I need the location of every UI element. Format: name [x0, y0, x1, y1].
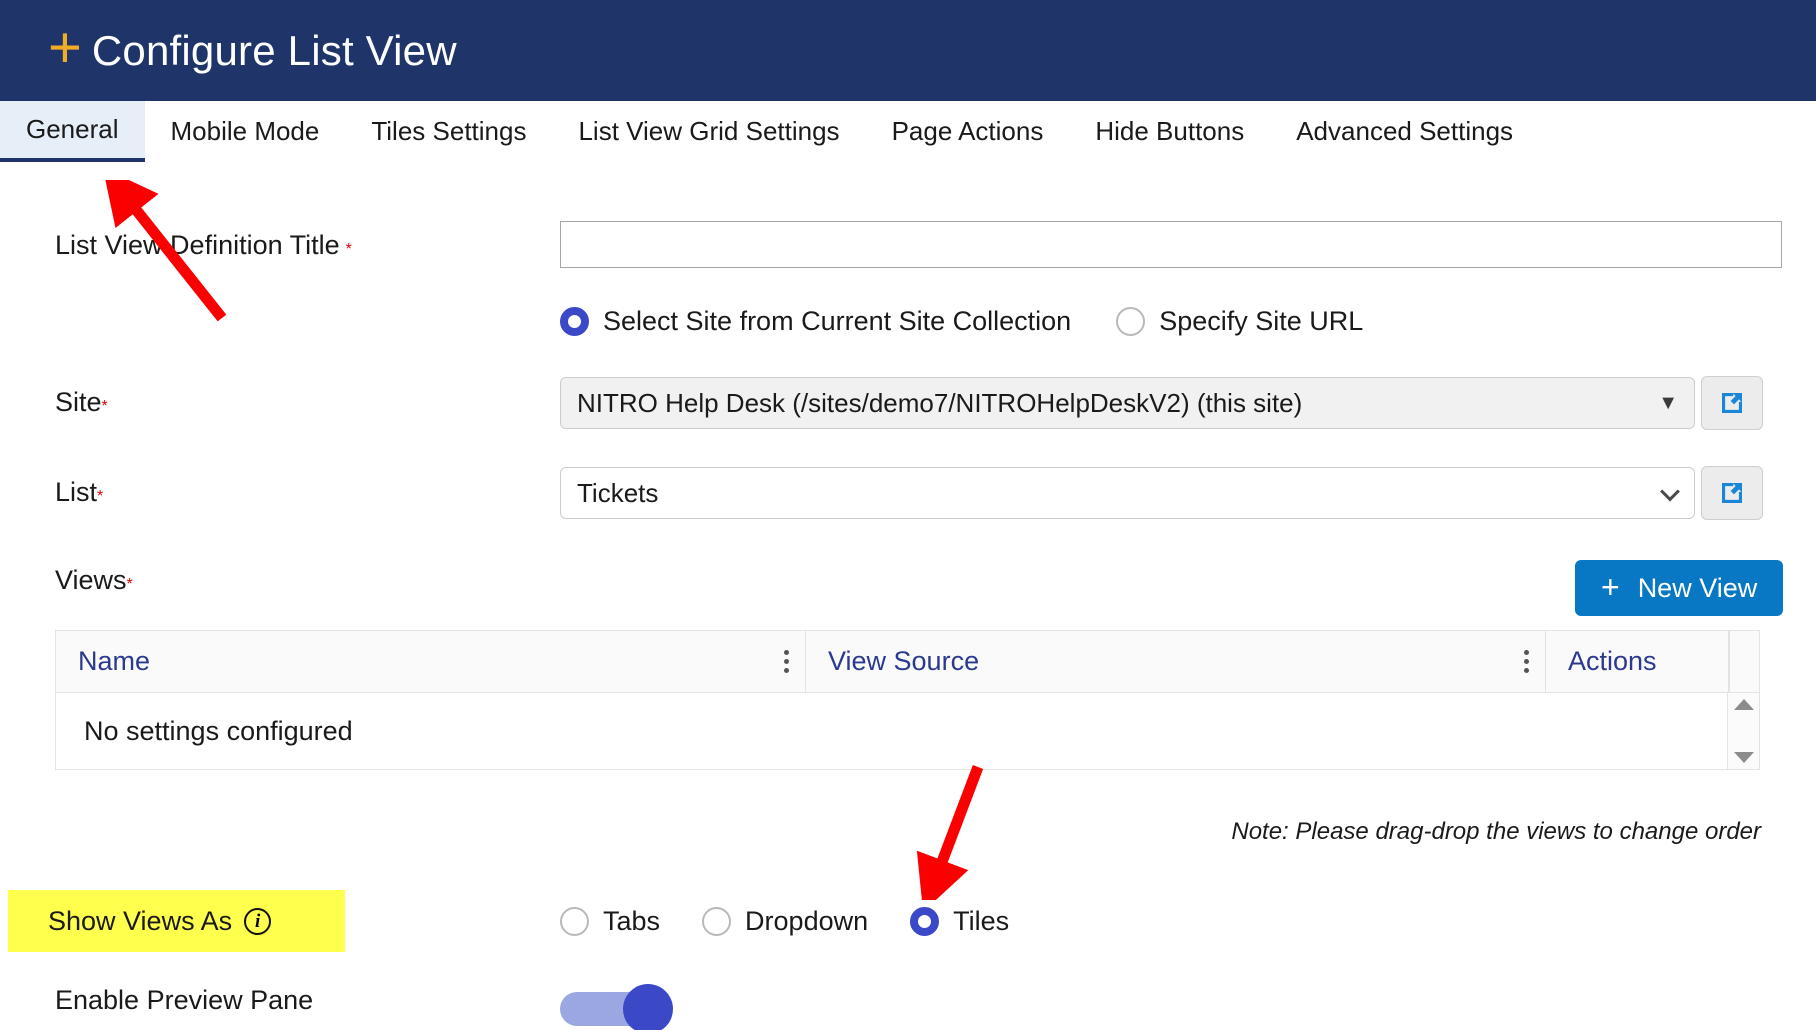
views-grid-scrollbar[interactable] [1727, 693, 1759, 769]
views-label-group: Views* [55, 565, 133, 596]
enable-preview-pane-label-group: Enable Preview Pane [55, 985, 313, 1016]
views-required-marker: * [126, 576, 133, 593]
tab-mobile-mode[interactable]: Mobile Mode [145, 101, 346, 162]
new-view-button-label: New View [1637, 572, 1758, 603]
list-required-marker: * [97, 488, 104, 505]
kebab-menu-icon[interactable] [1524, 650, 1529, 673]
list-view-definition-title-input[interactable] [560, 221, 1782, 268]
radio-show-views-as-tiles[interactable]: Tiles [910, 906, 1009, 937]
list-view-definition-title-label-group: List View Definition Title * [55, 230, 352, 261]
views-grid-note: Note: Please drag-drop the views to chan… [1231, 818, 1761, 845]
column-header-name-label: Name [78, 646, 151, 676]
list-label-group: List* [55, 477, 103, 508]
site-select-group: NITRO Help Desk (/sites/demo7/NITROHelpD… [560, 376, 1763, 430]
enable-preview-pane-label: Enable Preview Pane [55, 985, 314, 1015]
tab-tiles-settings[interactable]: Tiles Settings [345, 101, 552, 162]
radio-show-views-as-dropdown[interactable]: Dropdown [702, 906, 868, 937]
tab-hide-buttons-label: Hide Buttons [1095, 116, 1245, 146]
radio-indicator-unselected [702, 907, 732, 936]
views-grid-header: Name View Source Actions [56, 631, 1759, 693]
arrow-pointing-to-tiles-radio [916, 765, 984, 900]
column-header-view-source-label: View Source [828, 646, 980, 676]
tab-list-view-grid-settings[interactable]: List View Grid Settings [552, 101, 865, 162]
list-select[interactable]: Tickets [560, 467, 1695, 519]
enable-preview-pane-toggle[interactable] [560, 984, 673, 1030]
page-title: Configure List View [91, 26, 457, 74]
column-header-actions-label: Actions [1568, 646, 1657, 676]
external-link-icon [1722, 393, 1742, 413]
radio-show-views-as-tabs[interactable]: Tabs [560, 906, 660, 937]
triangle-up-icon[interactable] [1733, 699, 1754, 710]
tab-advanced-settings[interactable]: Advanced Settings [1270, 101, 1539, 162]
column-header-name[interactable]: Name [56, 631, 806, 692]
site-select[interactable]: NITRO Help Desk (/sites/demo7/NITROHelpD… [560, 377, 1695, 429]
radio-show-views-as-tiles-label: Tiles [953, 906, 1010, 936]
site-source-radio-group: Select Site from Current Site Collection… [560, 306, 1363, 337]
tab-page-actions[interactable]: Page Actions [866, 101, 1070, 162]
show-views-as-label-highlight: Show Views As i [8, 890, 345, 952]
toggle-knob [623, 984, 673, 1030]
site-label: Site [55, 387, 102, 417]
views-grid-body: No settings configured [56, 693, 1759, 769]
column-header-view-source[interactable]: View Source [806, 631, 1546, 692]
configure-list-view-page: + Configure List View General Mobile Mod… [0, 0, 1816, 1030]
required-marker: * [345, 241, 352, 258]
tab-general-label: General [26, 114, 119, 144]
tab-list-view-grid-settings-label: List View Grid Settings [578, 116, 840, 146]
site-label-group: Site* [55, 387, 108, 418]
radio-show-views-as-tabs-label: Tabs [603, 906, 661, 936]
radio-specify-site-url-label: Specify Site URL [1159, 306, 1364, 336]
tab-general[interactable]: General [0, 101, 145, 162]
views-grid: Name View Source Actions No settings con… [55, 630, 1760, 770]
caret-down-icon: ▼ [1658, 392, 1678, 414]
views-grid-empty-message: No settings configured [84, 715, 353, 746]
info-icon[interactable]: i [244, 907, 272, 935]
show-views-as-label: Show Views As [48, 905, 233, 936]
list-select-value: Tickets [577, 477, 659, 508]
tab-tiles-settings-label: Tiles Settings [371, 116, 527, 146]
list-open-in-new-tab-button[interactable] [1701, 466, 1763, 520]
site-required-marker: * [101, 398, 108, 415]
site-select-value: NITRO Help Desk (/sites/demo7/NITROHelpD… [577, 387, 1303, 418]
radio-indicator-selected [560, 307, 589, 336]
kebab-menu-icon[interactable] [784, 650, 789, 673]
tab-hide-buttons[interactable]: Hide Buttons [1069, 101, 1270, 162]
list-label: List [55, 477, 98, 507]
site-open-in-new-tab-button[interactable] [1701, 376, 1763, 430]
radio-select-site-from-current-collection[interactable]: Select Site from Current Site Collection [560, 306, 1071, 337]
list-view-definition-title-label: List View Definition Title [55, 230, 340, 260]
plus-icon: + [1601, 568, 1620, 605]
views-label: Views [55, 565, 127, 595]
page-header: + Configure List View [0, 0, 1816, 101]
grid-header-scroll-spacer [1729, 631, 1759, 692]
show-views-as-radio-group: Tabs Dropdown Tiles [560, 906, 1009, 937]
triangle-down-icon[interactable] [1733, 752, 1754, 763]
tab-mobile-mode-label: Mobile Mode [170, 116, 320, 146]
tab-page-actions-label: Page Actions [891, 116, 1044, 146]
radio-indicator-unselected [1116, 307, 1146, 336]
radio-select-site-from-current-collection-label: Select Site from Current Site Collection [603, 306, 1072, 336]
column-header-actions[interactable]: Actions [1546, 631, 1729, 692]
tab-advanced-settings-label: Advanced Settings [1296, 116, 1514, 146]
list-select-group: Tickets [560, 466, 1763, 520]
radio-indicator-selected [910, 907, 940, 936]
new-view-button[interactable]: + New View [1575, 560, 1784, 616]
radio-indicator-unselected [560, 907, 589, 936]
external-link-icon [1722, 483, 1742, 503]
plus-icon: + [48, 14, 82, 80]
radio-specify-site-url[interactable]: Specify Site URL [1116, 306, 1363, 337]
radio-show-views-as-dropdown-label: Dropdown [745, 906, 869, 936]
tab-bar: General Mobile Mode Tiles Settings List … [0, 101, 1816, 163]
